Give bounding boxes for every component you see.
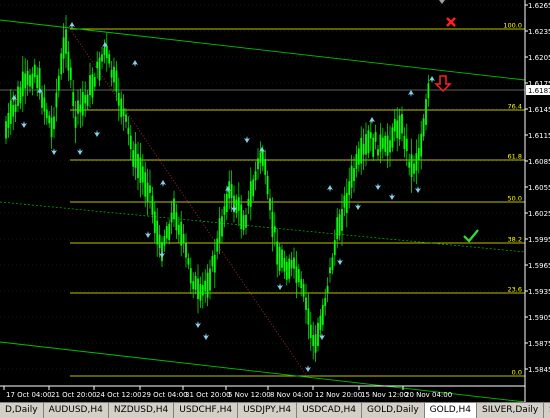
price-tick-label: 1.5905	[528, 314, 550, 322]
chart-tab[interactable]: NZDUSD,H4	[109, 403, 175, 418]
price-tick-label: 1.5935	[528, 288, 550, 296]
fib-level-label: 38.2	[508, 236, 522, 244]
price-tick-label: 1.6055	[528, 184, 550, 192]
price-tick-label: 1.5965	[528, 262, 550, 270]
fib-level-label: 50.0	[508, 195, 522, 203]
price-tick-label: 1.6265	[528, 2, 550, 10]
fibonacci-retracement[interactable]: 100.0 76.4 61.8 50.0 38.2 23.6 0.0	[69, 22, 525, 377]
chart-tab[interactable]: SILVER,H4	[544, 403, 550, 418]
time-tick-label: 8 Nov 04:00	[270, 391, 313, 399]
time-tick-label: 17 Oct 04:00	[6, 391, 52, 399]
time-tick-label: 12 Nov 20:00	[315, 391, 362, 399]
chart-tab[interactable]: AUDUSD,H4	[44, 403, 109, 418]
chart-tab[interactable]: USDCAD,H4	[297, 403, 363, 418]
price-chart[interactable]: 100.0 76.4 61.8 50.0 38.2 23.6 0.0 1.6265 1.623…	[0, 0, 550, 402]
chart-grid	[0, 4, 525, 370]
time-tick-label: 20 Nov 04:00	[405, 391, 452, 399]
price-tick-label: 1.6145	[528, 106, 550, 114]
price-tick-label: 1.6205	[528, 54, 550, 62]
chart-tab[interactable]: USDJPY,H4	[238, 403, 298, 418]
chart-tab[interactable]: D,Daily	[0, 403, 44, 418]
price-tick-label: 1.6085	[528, 158, 550, 166]
time-tick-label: 21 Oct 20:00	[51, 391, 97, 399]
current-price-label: 1.6187	[528, 87, 550, 95]
time-tick-label: 15 Nov 12:00	[361, 391, 408, 399]
fib-level-label: 23.6	[508, 286, 522, 294]
price-tick-label: 1.6235	[528, 28, 550, 36]
fractal-arrows	[11, 22, 435, 372]
time-tick-label: 24 Oct 12:00	[96, 391, 142, 399]
close-x-icon[interactable]	[446, 17, 456, 27]
chart-tab-bar: D,Daily AUDUSD,H4 NZDUSD,H4 USDCHF,H4 USDJPY…	[0, 402, 550, 418]
time-tick-label: 29 Oct 04:00	[142, 391, 188, 399]
chart-tab[interactable]: GOLD,Daily	[362, 403, 425, 418]
price-tick-label: 1.5995	[528, 236, 550, 244]
down-arrow-icon[interactable]	[434, 75, 452, 93]
chart-tab[interactable]: USDCHF,H4	[174, 403, 239, 418]
fib-level-label: 0.0	[512, 369, 522, 377]
price-tick-label: 1.6025	[528, 210, 550, 218]
chart-tab[interactable]: GOLD,H4	[424, 403, 478, 418]
price-scale: 1.62651.62351.62051.61751.61451.61151.60…	[524, 0, 550, 402]
trend-line[interactable]	[0, 201, 526, 253]
fib-level-label: 100.0	[503, 22, 522, 30]
time-tick-label: 5 Nov 12:00	[228, 391, 271, 399]
scroll-marker-icon	[439, 0, 445, 4]
time-tick-label: 31 Oct 20:00	[185, 391, 231, 399]
check-mark-icon[interactable]	[463, 229, 479, 243]
candlesticks	[5, 14, 430, 362]
fib-level-label: 76.4	[508, 103, 522, 111]
price-tick-label: 1.5845	[528, 366, 550, 374]
fib-base-line[interactable]	[69, 28, 308, 377]
chart-tab[interactable]: SILVER,Daily	[477, 403, 545, 418]
price-tick-label: 1.6115	[528, 132, 550, 140]
price-tick-label: 1.5875	[528, 340, 550, 348]
fib-level-label: 61.8	[508, 153, 522, 161]
time-scale: 17 Oct 04:00 21 Oct 20:00 24 Oct 12:00 29 O…	[0, 385, 525, 399]
